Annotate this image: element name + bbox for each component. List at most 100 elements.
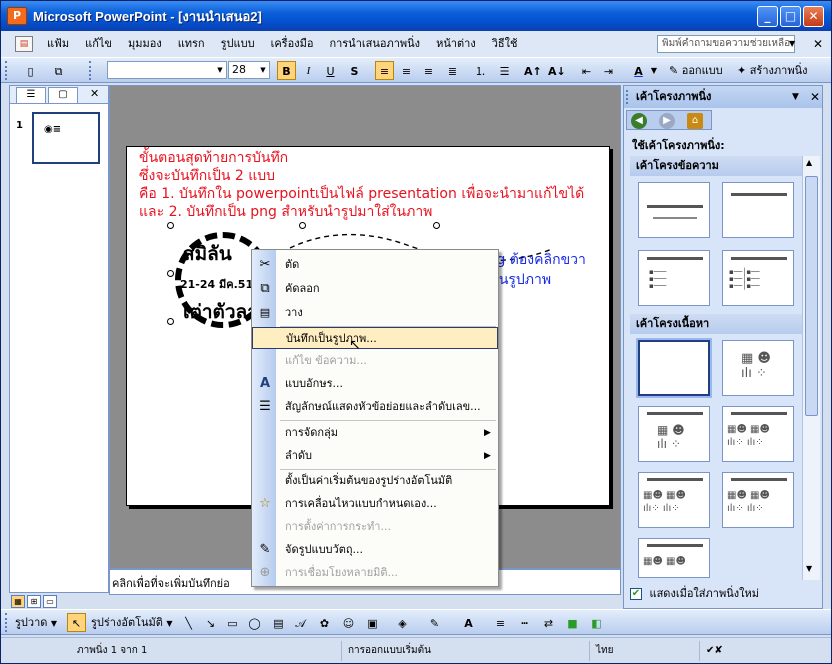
menu-edit[interactable]: แก้ไข — [77, 33, 120, 55]
layout-content-and-two[interactable]: ▦☻ ▦☻ ılı⁘ ılı⁘ — [638, 472, 710, 528]
ctx-edit-text[interactable]: แก้ไข ข้อความ... — [252, 350, 498, 372]
slide-sorter-icon[interactable]: ⊞ — [27, 595, 41, 608]
decrease-indent-icon[interactable]: ⇤ — [577, 61, 596, 80]
font-name-select[interactable]: ▼ — [107, 61, 227, 79]
tab-outline[interactable]: ☰ — [16, 87, 46, 103]
design-button[interactable]: ✎ ออกแบบ — [669, 61, 733, 80]
line-color-icon[interactable]: ✎ — [425, 613, 444, 632]
maximize-button[interactable]: □ — [780, 6, 801, 27]
arrow-icon[interactable]: ↘ — [201, 613, 220, 632]
document-close-button[interactable]: ✕ — [813, 37, 823, 51]
line-icon[interactable]: ╲ — [179, 613, 198, 632]
resize-handle[interactable] — [299, 222, 306, 229]
menu-format[interactable]: รูปแบบ — [213, 33, 263, 55]
chevron-down-icon[interactable]: ▼ — [215, 63, 225, 77]
slideshow-icon[interactable]: ▭ — [43, 595, 57, 608]
wordart-icon[interactable]: 𝒜 — [291, 613, 310, 632]
diagram-icon[interactable]: ✿ — [315, 613, 334, 632]
shadow-button[interactable]: S — [345, 61, 364, 80]
help-search-input[interactable]: พิมพ์คำถามขอความช่วยเหลือ — [657, 35, 795, 53]
layout-title-and-content[interactable]: ▦ ☻ ılı ⁘ — [638, 406, 710, 462]
task-pane-scrollbar[interactable]: ▲ ▼ — [802, 156, 820, 580]
scroll-down-icon[interactable]: ▼ — [806, 564, 812, 573]
draw-menu-button[interactable]: รูปวาด ▼ — [15, 613, 61, 632]
select-pointer-icon[interactable]: ↖ — [67, 613, 86, 632]
forward-icon[interactable]: ▶ — [659, 113, 675, 129]
ctx-order[interactable]: ลำดับ ▶ — [252, 445, 498, 467]
ctx-font[interactable]: A แบบอักษร... — [252, 373, 498, 395]
resize-handle[interactable] — [167, 318, 174, 325]
arrow-style-icon[interactable]: ⇄ — [539, 613, 558, 632]
layout-two-content[interactable]: ▦☻ ▦☻ ılı⁘ ılı⁘ — [722, 406, 794, 462]
normal-view-icon[interactable]: ▦ — [11, 595, 25, 608]
close-button[interactable]: ✕ — [803, 6, 824, 27]
document-icon[interactable]: ▤ — [15, 36, 33, 52]
numbering-icon[interactable]: ⒈ — [471, 61, 490, 80]
align-right-icon[interactable]: ≡ — [419, 61, 438, 80]
ctx-custom-animation[interactable]: ☆ การเคลื่อนไหวแบบกำหนดเอง... — [252, 493, 498, 515]
close-icon[interactable]: ✕ — [90, 87, 99, 100]
show-on-insert-checkbox[interactable]: ✔ — [630, 588, 642, 600]
layout-title-and-content-partial[interactable]: ▦☻ ▦☻ — [638, 538, 710, 578]
slide-thumbnail[interactable]: ◉≡ — [32, 112, 100, 164]
show-on-insert-option[interactable]: ✔ แสดงเมื่อใส่ภาพนิ่งใหม่ — [630, 584, 759, 602]
align-left-icon[interactable]: ≡ — [375, 61, 394, 80]
ctx-format-object[interactable]: ✎ จัดรูปแบบวัตถุ... — [252, 539, 498, 561]
menu-insert[interactable]: แทรก — [170, 33, 213, 55]
scrollbar-thumb[interactable] — [805, 176, 818, 416]
ctx-copy[interactable]: ⧉ คัดลอก — [252, 278, 498, 300]
resize-handle[interactable] — [167, 270, 174, 277]
textbox-icon[interactable]: ▤ — [269, 613, 288, 632]
task-pane-close-button[interactable]: ✕ — [810, 86, 820, 108]
picture-icon[interactable]: ▣ — [363, 613, 382, 632]
increase-indent-icon[interactable]: ⇥ — [599, 61, 618, 80]
bullets-icon[interactable]: ☰ — [495, 61, 514, 80]
ctx-action-settings[interactable]: การตั้งค่าการกระทำ... — [252, 516, 498, 538]
spelling-icon[interactable]: ✔✘ — [699, 641, 759, 661]
text-color-icon[interactable]: A — [459, 613, 478, 632]
minimize-button[interactable]: _ — [757, 6, 778, 27]
menu-help[interactable]: วิธีใช้ — [484, 33, 526, 55]
ctx-save-as-picture[interactable]: บันทึกเป็นรูปภาพ... ↖ — [252, 327, 498, 353]
task-pane-grip[interactable] — [626, 90, 629, 104]
help-dropdown-icon[interactable]: ▼ — [789, 35, 799, 53]
layout-title-and-text[interactable]: ▪─── ▪─── ▪─── — [638, 250, 710, 306]
ctx-grouping[interactable]: การจัดกลุ่ม ▶ — [252, 422, 498, 444]
resize-handle[interactable] — [433, 222, 440, 229]
justify-icon[interactable]: ≣ — [443, 61, 462, 80]
layout-two-column-text[interactable]: ▪──│▪── ▪──│▪── ▪──│▪── — [722, 250, 794, 306]
underline-button[interactable]: U — [321, 61, 340, 80]
home-icon[interactable]: ⌂ — [687, 113, 703, 129]
powerpoint-app-icon[interactable]: P — [7, 7, 27, 25]
font-color-button[interactable]: A — [629, 61, 648, 80]
ctx-set-default-autoshape[interactable]: ตั้งเป็นค่าเริ่มต้นของรูปร่างอัตโนมัติ — [252, 470, 498, 492]
menu-file[interactable]: แฟ้ม — [39, 33, 77, 55]
title-bar[interactable]: P Microsoft PowerPoint - [งานนำเสนอ2] _ … — [1, 1, 831, 31]
fill-color-icon[interactable]: ◈ — [393, 613, 412, 632]
new-icon[interactable]: ▯ — [21, 61, 40, 80]
toolbar-grip[interactable] — [89, 61, 92, 80]
layout-content[interactable]: ▦ ☻ ılı ⁘ — [722, 340, 794, 396]
layout-four-content[interactable]: ▦☻ ▦☻ ılı⁘ ılı⁘ — [722, 472, 794, 528]
ctx-paste[interactable]: ▤ วาง — [252, 302, 498, 324]
line-style-icon[interactable]: ≡ — [491, 613, 510, 632]
increase-font-icon[interactable]: A↑ — [523, 61, 542, 80]
new-slide-button[interactable]: ✦ สร้างภาพนิ่ง — [737, 61, 817, 80]
dash-style-icon[interactable]: ┅ — [515, 613, 534, 632]
menu-slideshow[interactable]: การนำเสนอภาพนิ่ง — [321, 33, 428, 55]
resize-handle[interactable] — [167, 222, 174, 229]
menu-tools[interactable]: เครื่องมือ — [263, 33, 322, 55]
chevron-down-icon[interactable]: ▼ — [258, 63, 268, 77]
toolbar-grip[interactable] — [5, 61, 8, 80]
tab-slides[interactable]: ▢ — [48, 87, 78, 103]
ctx-bullets-numbering[interactable]: ☰ สัญลักษณ์แสดงหัวข้อย่อยและลำดับเลข... — [252, 396, 498, 418]
toolbar-grip[interactable] — [5, 613, 8, 632]
layout-title-only[interactable] — [722, 182, 794, 238]
back-icon[interactable]: ◀ — [631, 113, 647, 129]
menu-view[interactable]: มุมมอง — [120, 33, 170, 55]
scroll-up-icon[interactable]: ▲ — [806, 158, 812, 167]
chevron-down-icon[interactable]: ▼ — [649, 61, 659, 80]
autoshapes-button[interactable]: รูปร่างอัตโนมัติ ▼ — [91, 613, 177, 632]
copy-layout-icon[interactable]: ⧉ — [49, 61, 68, 80]
align-center-icon[interactable]: ≡ — [397, 61, 416, 80]
